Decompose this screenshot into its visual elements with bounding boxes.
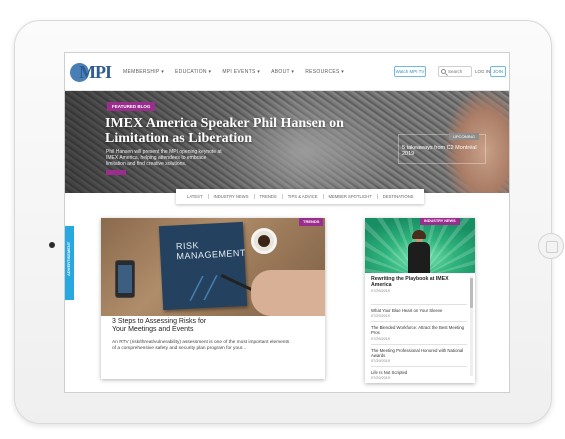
- hand-image: [251, 270, 325, 316]
- folder-text: RISK MANAGEMENT: [175, 240, 247, 262]
- advertisement-label: ADVERTISEMENT: [66, 241, 71, 276]
- risk-folder-image: RISK MANAGEMENT: [158, 221, 248, 311]
- speaker-hair: [412, 230, 426, 239]
- news-item-date: 07/29/2019: [371, 359, 391, 364]
- news-featured-date: 07/29/2019: [371, 289, 391, 294]
- news-item-title[interactable]: The Blended Workforce: Attract the Best …: [371, 325, 467, 335]
- tab-industry-news[interactable]: INDUSTRY NEWS: [209, 194, 255, 199]
- hero-banner[interactable]: FEATURED BLOG IMEX America Speaker Phil …: [65, 91, 509, 193]
- advertisement-tab[interactable]: ADVERTISEMENT: [65, 226, 74, 300]
- tab-trends[interactable]: TRENDS: [255, 194, 283, 199]
- search-input[interactable]: [448, 67, 470, 76]
- article-summary: An RTV (risk/threat/vulnerability) asses…: [112, 340, 290, 351]
- nav-mpi-events[interactable]: MPI EVENTS ▾: [222, 69, 260, 75]
- nav-membership[interactable]: MEMBERSHIP ▾: [123, 69, 164, 75]
- tab-tips-advice[interactable]: TIPS & ADVICE: [283, 194, 324, 199]
- site-header: MPI MEMBERSHIP ▾ EDUCATION ▾ MPI EVENTS …: [65, 53, 509, 91]
- login-link[interactable]: LOG IN: [475, 69, 490, 74]
- news-item-title[interactable]: What Your Blue Heart on Your Sleeve: [371, 308, 467, 313]
- tab-destinations[interactable]: DESTINATIONS: [378, 194, 419, 199]
- speaker-image: [408, 230, 430, 273]
- join-button[interactable]: JOIN: [490, 66, 506, 77]
- list-item[interactable]: Life Is Not Scripted 07/29/2019: [371, 366, 467, 383]
- news-list: What Your Blue Heart on Your Sleeve 07/2…: [371, 304, 467, 383]
- browser-screen: MPI MEMBERSHIP ▾ EDUCATION ▾ MPI EVENTS …: [64, 52, 510, 393]
- featured-article-card[interactable]: RISK MANAGEMENT TRENDS 3 Steps to Assess…: [101, 218, 325, 379]
- trends-tag[interactable]: TRENDS: [299, 218, 324, 226]
- hero-title[interactable]: IMEX America Speaker Phil Hansen on Limi…: [105, 116, 355, 146]
- nav-about[interactable]: ABOUT ▾: [271, 69, 294, 75]
- news-scrollbar[interactable]: [470, 276, 473, 376]
- camera-icon: [49, 242, 55, 248]
- article-title[interactable]: 3 Steps to Assessing Risks for Your Meet…: [112, 318, 214, 334]
- industry-news-panel: INDUSTRY NEWS Rewriting the Playbook at …: [365, 218, 475, 383]
- article-image[interactable]: RISK MANAGEMENT: [101, 218, 325, 316]
- news-featured-item[interactable]: Rewriting the Playbook at IMEX America 0…: [371, 276, 463, 293]
- tab-member-spotlight[interactable]: MEMBER SPOTLIGHT: [324, 194, 378, 199]
- read-more-button[interactable]: [106, 170, 126, 175]
- list-item[interactable]: What Your Blue Heart on Your Sleeve 07/2…: [371, 304, 467, 321]
- nav-education[interactable]: EDUCATION ▾: [175, 69, 211, 75]
- speaker-body: [408, 242, 430, 273]
- industry-news-badge[interactable]: INDUSTRY NEWS: [420, 218, 460, 225]
- home-button[interactable]: [538, 233, 564, 259]
- site-logo[interactable]: MPI: [79, 62, 112, 83]
- list-item[interactable]: The Meeting Professional Honored with Na…: [371, 343, 467, 366]
- article-title-box: 3 Steps to Assessing Risks for Your Meet…: [109, 316, 217, 336]
- folder-graphic: [173, 274, 231, 302]
- news-item-title[interactable]: Life Is Not Scripted: [371, 370, 467, 375]
- news-item-date: 07/29/2019: [371, 314, 391, 319]
- smartphone-image: [115, 260, 135, 298]
- search-box[interactable]: [438, 66, 472, 77]
- list-item[interactable]: The Blended Workforce: Attract the Best …: [371, 321, 467, 343]
- news-image[interactable]: [365, 218, 475, 273]
- hero-summary: Phil Hansen will present the MPI opening…: [106, 149, 222, 167]
- side-card-title[interactable]: 5 takeaways from C2 Montréal 2019: [402, 145, 482, 157]
- news-item-title[interactable]: The Meeting Professional Honored with Na…: [371, 348, 467, 358]
- hero-side-card[interactable]: UPCOMING 5 takeaways from C2 Montréal 20…: [398, 133, 486, 164]
- category-tabs: LATEST INDUSTRY NEWS TRENDS TIPS & ADVIC…: [176, 189, 425, 204]
- search-icon[interactable]: [441, 69, 446, 74]
- news-featured-title[interactable]: Rewriting the Playbook at IMEX America: [371, 276, 463, 288]
- news-item-date: 07/29/2019: [371, 376, 391, 381]
- main-nav: MEMBERSHIP ▾ EDUCATION ▾ MPI EVENTS ▾ AB…: [123, 69, 344, 75]
- coffee-mug-image: [251, 228, 277, 254]
- mpi-tv-button[interactable]: Watch MPI TV: [394, 66, 426, 77]
- featured-blog-badge: FEATURED BLOG: [107, 102, 156, 111]
- side-card-badge: UPCOMING: [449, 133, 479, 140]
- nav-resources[interactable]: RESOURCES ▾: [305, 69, 344, 75]
- tab-latest[interactable]: LATEST: [182, 194, 209, 199]
- news-item-date: 07/29/2019: [371, 336, 391, 341]
